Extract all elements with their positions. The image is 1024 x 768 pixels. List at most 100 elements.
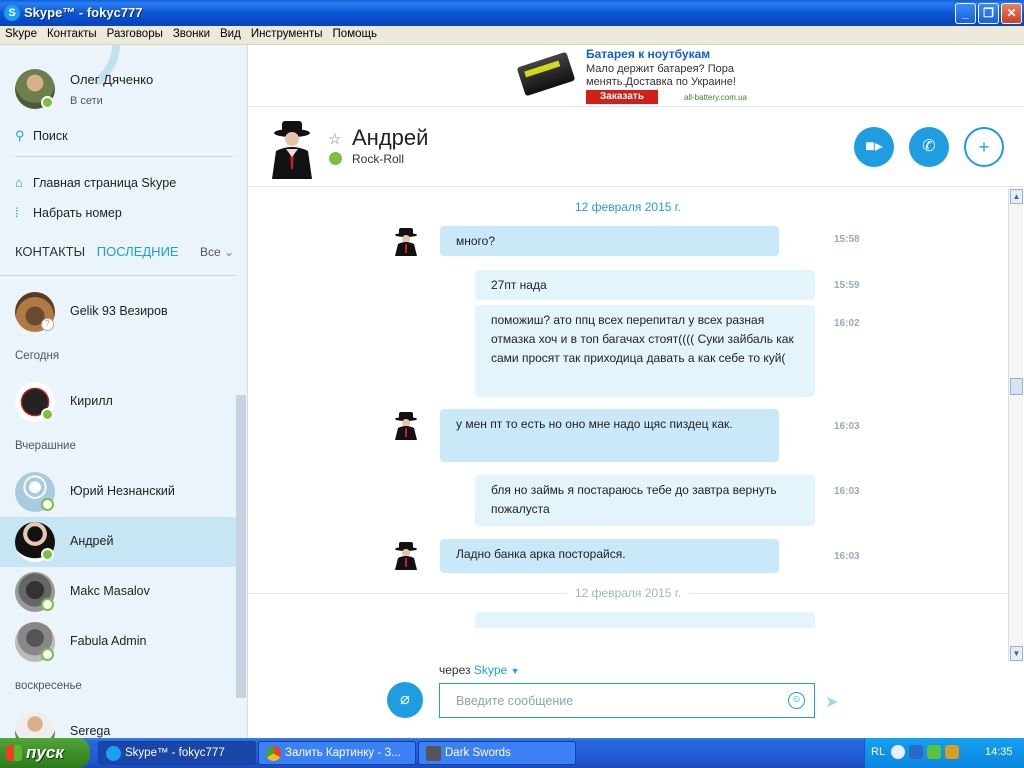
title-bar: S Skype™ - fokyc777 _ ❐ ✕ — [0, 0, 1024, 26]
message-bubble: у мен пт то есть но оно мне надо щяс пиз… — [440, 409, 779, 462]
contact-row-selected[interactable]: Андрей — [0, 517, 236, 567]
menu-view[interactable]: Вид — [215, 26, 246, 40]
chrome-icon — [266, 746, 281, 761]
divider — [15, 156, 233, 157]
system-tray: RL 14:35 — [864, 738, 1024, 768]
message-bubble: бля но займь я постараюсь тебе до завтра… — [475, 475, 815, 526]
start-button[interactable]: пуск — [0, 738, 90, 768]
voice-call-button[interactable]: ✆ — [909, 127, 949, 167]
contact-avatar[interactable] — [264, 117, 320, 179]
tab-contacts[interactable]: КОНТАКТЫ — [15, 244, 85, 259]
online-status-icon — [41, 408, 54, 421]
phone-icon: ✆ — [922, 138, 936, 155]
date-separator: 12 февраля 2015 г. — [248, 586, 1008, 600]
message-bubble: 27пт нада — [475, 270, 815, 300]
add-person-icon: + — [978, 137, 990, 157]
skype-app-icon: S — [4, 5, 20, 21]
menu-conversations[interactable]: Разговоры — [102, 26, 168, 40]
scroll-thumb[interactable] — [1010, 378, 1023, 395]
menu-contacts[interactable]: Контакты — [42, 26, 102, 40]
contact-row[interactable]: Fabula Admin — [0, 617, 236, 667]
contact-row[interactable]: Serega — [0, 707, 236, 738]
menu-help[interactable]: Помощь — [328, 26, 382, 40]
menu-skype[interactable]: Skype — [0, 26, 42, 40]
contact-name: Кирилл — [70, 394, 113, 408]
ad-body: Мало держит батарея? Пора менять.Доставк… — [586, 63, 736, 88]
taskbar-item-browser[interactable]: Залить Картинку - З... — [258, 741, 416, 765]
battery-image — [516, 51, 576, 97]
message-history: 12 февраля 2015 г. много? 15:58 27пт над… — [248, 188, 1008, 628]
message-bubble: Ладно банка арка посторайся. — [440, 539, 779, 573]
taskbar-item-game[interactable]: Dark Swords — [418, 741, 576, 765]
contact-name: Юрий Незнанский — [70, 484, 175, 498]
sidebar: Олег Дяченко В сети ⚲ Поиск ⌂ Главная стра… — [0, 45, 248, 738]
contact-name: Андрей — [70, 534, 114, 548]
menu-bar: Skype Контакты Разговоры Звонки Вид Инструмен… — [0, 26, 1024, 45]
send-via[interactable]: через Skype ▼ — [439, 663, 519, 677]
chevron-down-icon: ▼ — [510, 666, 520, 676]
contact-row[interactable]: ? Gelik 93 Везиров — [0, 287, 236, 337]
message-bubble-partial — [475, 612, 815, 628]
profile-name[interactable]: Олег Дяченко — [70, 72, 153, 87]
recent-contacts-list: ? Gelik 93 Везиров Сегодня Кирилл Вчераш… — [0, 277, 236, 738]
maximize-button[interactable]: ❐ — [978, 3, 999, 24]
message-time: 15:59 — [834, 280, 860, 291]
menu-tools[interactable]: Инструменты — [246, 26, 328, 40]
attach-button[interactable]: ⌀ — [387, 682, 423, 718]
dial-link[interactable]: ⁞ Набрать номер — [15, 205, 122, 220]
add-people-button[interactable]: + — [964, 127, 1004, 167]
message-time: 16:03 — [834, 551, 860, 562]
date-separator: 12 февраля 2015 г. — [574, 200, 682, 214]
scroll-up-button[interactable]: ▲ — [1010, 189, 1023, 204]
online-status-icon — [41, 96, 54, 109]
sidebar-scrollbar[interactable] — [236, 395, 246, 698]
profile-status[interactable]: В сети — [70, 95, 103, 107]
offline-status-icon — [41, 498, 54, 511]
divider — [0, 275, 236, 276]
message-scrollbar[interactable]: ▲ ▼ — [1008, 188, 1023, 662]
home-link[interactable]: ⌂ Главная страница Skype — [15, 175, 176, 190]
contact-name: Serega — [70, 724, 111, 738]
taskbar-item-skype[interactable]: Skype™ - fokyc777 — [98, 741, 256, 765]
ad-banner[interactable]: Батарея к ноутбукам Мало держит батарея?… — [248, 45, 1024, 107]
tray-app-icon[interactable] — [945, 745, 959, 759]
window-title: Skype™ - fokyc777 — [24, 5, 143, 20]
security-icon[interactable] — [927, 745, 941, 759]
message-input[interactable]: Введите сообщение ☺ — [439, 683, 815, 718]
contact-name: Gelik 93 Везиров — [70, 304, 168, 318]
message-time: 16:03 — [834, 421, 860, 432]
contact-row[interactable]: Юрий Незнанский — [0, 467, 236, 517]
contact-row[interactable]: Makc Masalov — [0, 567, 236, 617]
skype-icon — [106, 746, 121, 761]
dialpad-icon: ⁞ — [15, 205, 19, 220]
home-label: Главная страница Skype — [33, 176, 177, 190]
expand-tray-icon[interactable] — [891, 745, 905, 759]
tab-recent[interactable]: ПОСЛЕДНИЕ — [97, 244, 179, 259]
windows-logo-icon — [6, 745, 22, 761]
filter-dropdown[interactable]: Все ⌄ — [200, 245, 234, 259]
contact-row[interactable]: Кирилл — [0, 377, 236, 427]
scroll-down-button[interactable]: ▼ — [1010, 646, 1023, 661]
contact-name: Fabula Admin — [70, 634, 147, 648]
ad-order-button[interactable]: Заказать — [586, 90, 658, 104]
menu-calls[interactable]: Звонки — [168, 26, 215, 40]
video-call-button[interactable]: ■▸ — [854, 127, 894, 167]
send-button[interactable]: ➤ — [825, 692, 838, 712]
filter-label: Все — [200, 245, 221, 259]
language-indicator[interactable]: RL — [871, 746, 885, 758]
emoticon-icon[interactable]: ☺ — [788, 692, 805, 709]
send-arrow-icon: ➤ — [825, 694, 839, 711]
mood-message: Rock-Roll — [352, 152, 405, 166]
search-button[interactable]: ⚲ Поиск — [15, 128, 68, 144]
message-time: 16:03 — [834, 486, 860, 497]
close-button[interactable]: ✕ — [1001, 3, 1022, 24]
task-label: Залить Картинку - З... — [285, 747, 401, 759]
task-label: Dark Swords — [445, 747, 511, 759]
home-icon: ⌂ — [15, 175, 23, 190]
dial-label: Набрать номер — [33, 206, 122, 220]
ad-headline[interactable]: Батарея к ноутбукам — [586, 47, 710, 61]
chevron-down-icon: ⌄ — [224, 245, 235, 259]
favorite-star-icon[interactable]: ☆ — [328, 130, 341, 148]
network-icon[interactable] — [909, 745, 923, 759]
minimize-button[interactable]: _ — [955, 3, 976, 24]
